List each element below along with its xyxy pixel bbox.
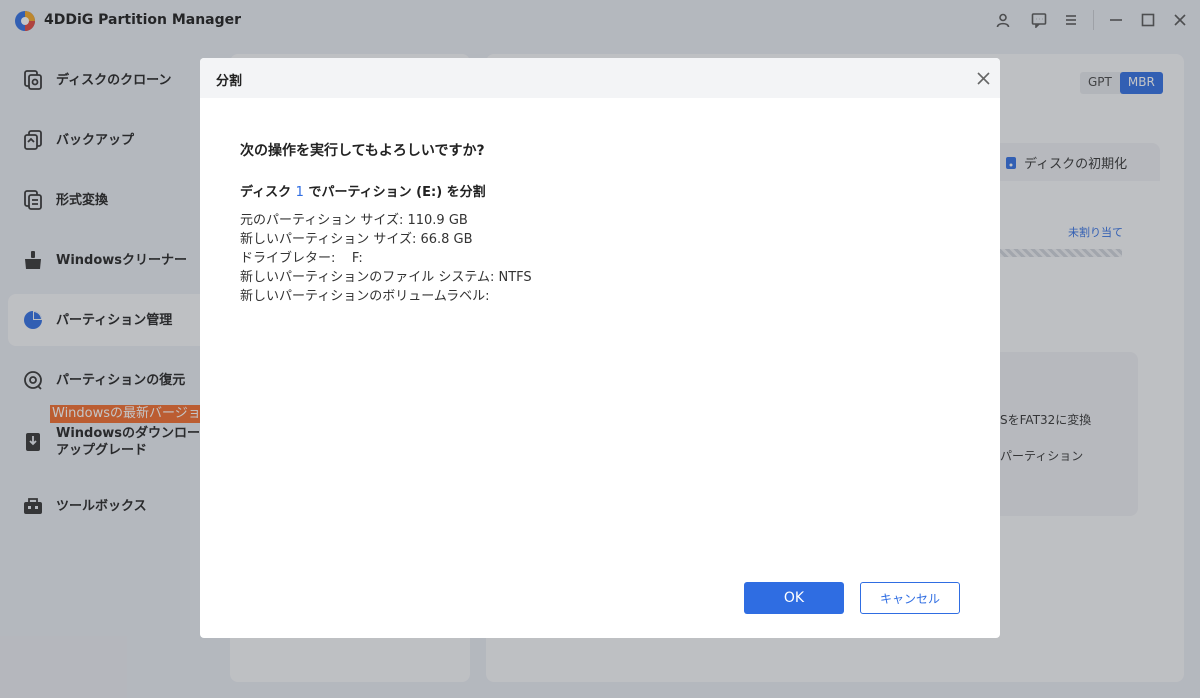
new-partition-filesystem: 新しいパーティションのファイル システム: NTFS [240, 270, 532, 285]
operation-suffix: でパーティション (E:) を分割 [308, 185, 486, 200]
ok-button[interactable]: OK [744, 582, 844, 614]
drive-letter: ドライブレター: F: [240, 251, 363, 266]
new-partition-volume-label: 新しいパーティションのボリュームラベル: [240, 289, 490, 304]
confirm-question: 次の操作を実行してもよろしいですか? [240, 143, 485, 159]
operation-summary: ディスク 1 でパーティション (E:) を分割 [240, 181, 486, 200]
cancel-button[interactable]: キャンセル [860, 582, 960, 614]
disk-number: 1 [295, 185, 304, 200]
split-dialog: 分割 次の操作を実行してもよろしいですか? ディスク 1 でパーティション (E… [200, 58, 1000, 638]
original-partition-size: 元のパーティション サイズ: 110.9 GB [240, 213, 468, 228]
close-icon[interactable] [974, 69, 992, 87]
operation-prefix: ディスク [240, 185, 292, 200]
new-partition-size: 新しいパーティション サイズ: 66.8 GB [240, 232, 473, 247]
dialog-header: 分割 [200, 58, 1000, 98]
dialog-title: 分割 [216, 74, 243, 89]
